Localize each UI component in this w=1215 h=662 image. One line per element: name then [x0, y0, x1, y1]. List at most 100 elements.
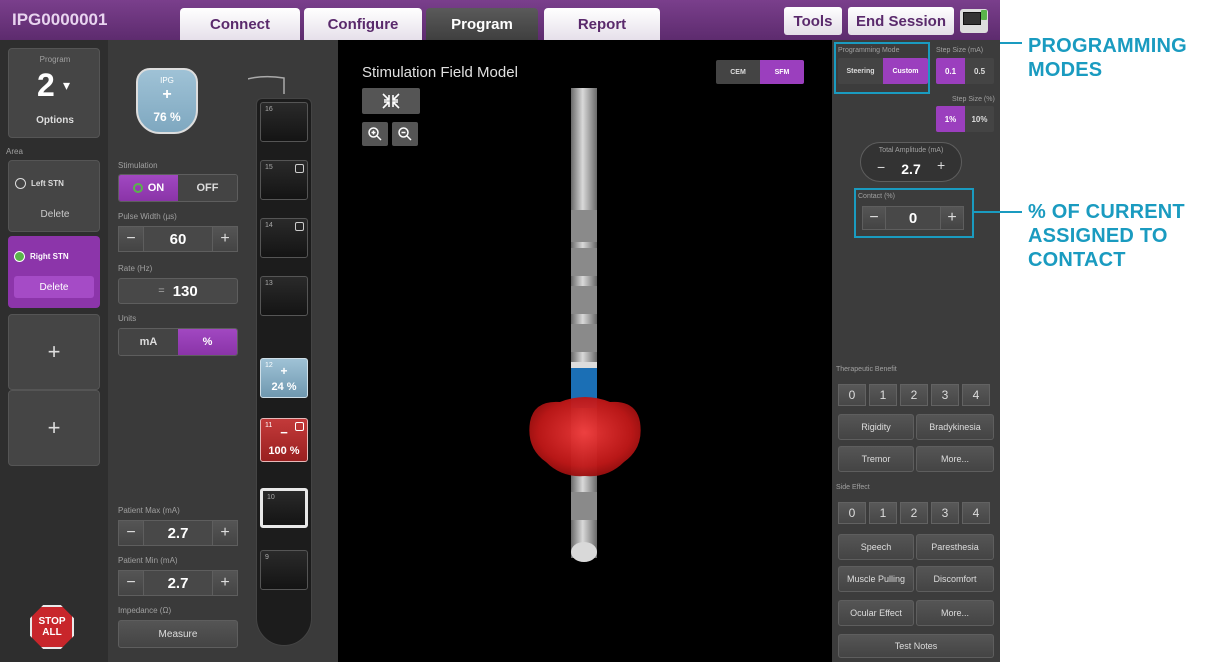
stimulation-field-volume — [529, 397, 641, 477]
step-0-5-button[interactable]: 0.5 — [965, 58, 994, 84]
stimulation-toggle[interactable]: ON OFF — [118, 174, 238, 202]
options-button[interactable]: Options — [9, 115, 101, 126]
side-score-1[interactable]: 1 — [869, 502, 897, 524]
tools-button[interactable]: Tools — [784, 7, 842, 35]
radio-selected-icon[interactable] — [14, 251, 25, 262]
benefit-score-2[interactable]: 2 — [900, 384, 928, 406]
total-amplitude-control[interactable]: Total Amplitude (mA) − 2.7 + — [860, 142, 962, 182]
side-more-button[interactable]: More... — [916, 600, 994, 626]
pulse-width-decrement[interactable]: − — [118, 226, 144, 252]
on-indicator-icon — [132, 183, 143, 193]
contact-15[interactable]: 15 — [260, 160, 308, 200]
speech-button[interactable]: Speech — [838, 534, 914, 560]
side-score-3[interactable]: 3 — [931, 502, 959, 524]
step-1pct-button[interactable]: 1% — [936, 106, 965, 132]
muscle-pulling-button[interactable]: Muscle Pulling — [838, 566, 914, 592]
segment-marker-icon — [295, 164, 304, 173]
side-effect-label: Side Effect — [836, 484, 870, 491]
add-area-button-2[interactable]: + — [8, 390, 100, 466]
benefit-score-4[interactable]: 4 — [962, 384, 990, 406]
step-size-pct-toggle[interactable]: 1% 10% — [936, 106, 994, 132]
patient-max-label: Patient Max (mA) — [118, 506, 180, 515]
cathode-sign: − — [280, 425, 288, 440]
stimulation-field-viewport[interactable]: Stimulation Field Model CEM SFM — [338, 40, 832, 662]
step-10pct-button[interactable]: 10% — [965, 106, 994, 132]
ocular-effect-button[interactable]: Ocular Effect — [838, 600, 914, 626]
area-label: Area — [6, 147, 23, 156]
test-notes-button[interactable]: Test Notes — [838, 634, 994, 658]
unit-ma-button[interactable]: mA — [119, 329, 178, 355]
rate-field[interactable]: = 130 — [118, 278, 238, 304]
tab-configure[interactable]: Configure — [304, 8, 422, 40]
cathode-percent: 100 % — [268, 445, 300, 457]
contact-percent-line3: CONTACT — [1028, 249, 1126, 271]
patient-max-increment[interactable]: + — [212, 520, 238, 546]
patient-min-decrement[interactable]: − — [118, 570, 144, 596]
area-card-right-stn[interactable]: Right STN Delete — [8, 236, 100, 308]
add-area-button-1[interactable]: + — [8, 314, 100, 390]
step-size-pct-label: Step Size (%) — [952, 96, 995, 103]
contact-16[interactable]: 16 — [260, 102, 308, 142]
delete-right-stn-button[interactable]: Delete — [14, 276, 94, 298]
step-size-ma-toggle[interactable]: 0.1 0.5 — [936, 58, 994, 84]
patient-max-decrement[interactable]: − — [118, 520, 144, 546]
contact-14[interactable]: 14 — [260, 218, 308, 258]
step-0-1-button[interactable]: 0.1 — [936, 58, 965, 84]
area-card-left-stn[interactable]: Left STN Delete — [8, 160, 100, 232]
benefit-score-0[interactable]: 0 — [838, 384, 866, 406]
contact-10-selected[interactable]: 10 — [260, 488, 308, 528]
patient-min-increment[interactable]: + — [212, 570, 238, 596]
contact-11-cathode[interactable]: 11 − 100 % — [260, 418, 308, 462]
benefit-more-button[interactable]: More... — [916, 446, 994, 472]
rigidity-button[interactable]: Rigidity — [838, 414, 914, 440]
tab-connect[interactable]: Connect — [180, 8, 300, 40]
contact-12-anode[interactable]: 12 + 24 % — [260, 358, 308, 398]
program-selector[interactable]: Program 2 ▾ Options — [8, 48, 100, 138]
area-label-right-stn: Right STN — [30, 252, 69, 261]
bradykinesia-button[interactable]: Bradykinesia — [916, 414, 994, 440]
unit-percent-button[interactable]: % — [178, 329, 237, 355]
total-amplitude-increment[interactable]: + — [937, 157, 945, 173]
rate-label: Rate (Hz) — [118, 264, 153, 273]
units-toggle[interactable]: mA % — [118, 328, 238, 356]
measure-button[interactable]: Measure — [118, 620, 238, 648]
stop-all-button[interactable]: STOP ALL — [30, 605, 74, 649]
connection-status-icon[interactable] — [960, 9, 988, 33]
chevron-down-icon[interactable]: ▾ — [63, 77, 70, 94]
step-size-ma-label: Step Size (mA) — [936, 47, 984, 54]
programming-modes-annotation: PROGRAMMING MODES — [1028, 34, 1187, 82]
therapeutic-benefit-label: Therapeutic Benefit — [836, 366, 897, 373]
contact-percent-annotation: % OF CURRENT ASSIGNED TO CONTACT — [1028, 200, 1185, 272]
side-score-2[interactable]: 2 — [900, 502, 928, 524]
ipg-percent: 76 % — [153, 110, 181, 124]
pulse-width-increment[interactable]: + — [212, 226, 238, 252]
benefit-score-1[interactable]: 1 — [869, 384, 897, 406]
tab-report[interactable]: Report — [544, 8, 660, 40]
radio-icon[interactable] — [15, 178, 26, 189]
pulse-width-stepper[interactable]: − 60 + — [118, 226, 238, 252]
rate-prefix: = — [158, 285, 165, 297]
discomfort-button[interactable]: Discomfort — [916, 566, 994, 592]
anode-sign: + — [280, 364, 288, 378]
ipg-sign: + — [162, 86, 172, 103]
lead-contacts: 16 15 14 13 12 + 24 % 11 − 100 % 10 9 — [248, 40, 338, 662]
programming-modes-highlight — [834, 42, 930, 94]
contact-9[interactable]: 9 — [260, 550, 308, 590]
paresthesia-button[interactable]: Paresthesia — [916, 534, 994, 560]
side-score-0[interactable]: 0 — [838, 502, 866, 524]
pulse-width-value: 60 — [144, 226, 212, 252]
ipg-can[interactable]: IPG + 76 % — [136, 68, 198, 134]
end-session-button[interactable]: End Session — [848, 7, 954, 35]
tremor-button[interactable]: Tremor — [838, 446, 914, 472]
stim-off-button[interactable]: OFF — [178, 175, 237, 201]
stim-on-button[interactable]: ON — [119, 175, 178, 201]
stimulation-label: Stimulation — [118, 161, 158, 170]
patient-min-stepper[interactable]: − 2.7 + — [118, 570, 238, 596]
area-label-left-stn: Left STN — [31, 179, 64, 188]
delete-left-stn-button[interactable]: Delete — [9, 209, 101, 220]
patient-max-stepper[interactable]: − 2.7 + — [118, 520, 238, 546]
side-score-4[interactable]: 4 — [962, 502, 990, 524]
benefit-score-3[interactable]: 3 — [931, 384, 959, 406]
contact-13[interactable]: 13 — [260, 276, 308, 316]
tab-program[interactable]: Program — [426, 8, 538, 40]
